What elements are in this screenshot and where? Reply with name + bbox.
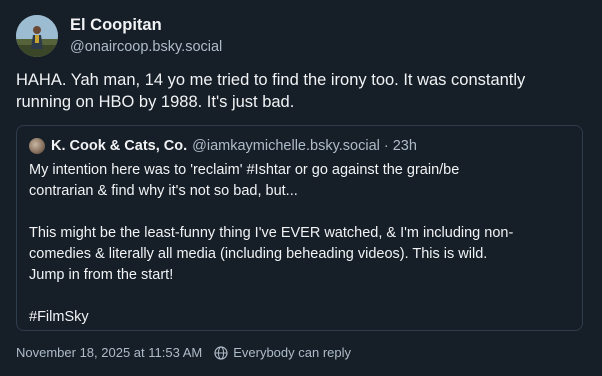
quoted-post-text: My intention here was to 'reclaim' #Isht… xyxy=(29,162,514,325)
quoted-author-handle[interactable]: @iamkaymichelle.bsky.social xyxy=(192,137,380,155)
reply-setting-button[interactable]: Everybody can reply xyxy=(214,345,351,360)
globe-icon xyxy=(214,345,228,360)
avatar-photo xyxy=(16,15,58,57)
post-timestamp[interactable]: November 18, 2025 at 11:53 AM xyxy=(16,345,202,360)
post-thread-item: El Coopitan @onaircoop.bsky.social HAHA.… xyxy=(0,0,602,376)
author-avatar[interactable] xyxy=(16,15,58,57)
post-text: HAHA. Yah man, 14 yo me tried to find th… xyxy=(16,71,526,111)
quoted-post-time[interactable]: 23h xyxy=(393,137,417,155)
post-meta: November 18, 2025 at 11:53 AM Everybody … xyxy=(16,345,351,360)
quoted-author-avatar[interactable] xyxy=(29,138,45,154)
quoted-post-header: K. Cook & Cats, Co. @iamkaymichelle.bsky… xyxy=(29,137,570,155)
author-handle[interactable]: @onaircoop.bsky.social xyxy=(70,37,222,57)
author-display-name[interactable]: El Coopitan xyxy=(70,15,222,35)
author-info: El Coopitan @onaircoop.bsky.social xyxy=(70,15,222,57)
quoted-header-separator: · xyxy=(383,138,389,154)
reply-setting-label: Everybody can reply xyxy=(233,345,351,360)
quoted-post[interactable]: K. Cook & Cats, Co. @iamkaymichelle.bsky… xyxy=(16,125,583,331)
quoted-author-name[interactable]: K. Cook & Cats, Co. xyxy=(51,137,187,155)
